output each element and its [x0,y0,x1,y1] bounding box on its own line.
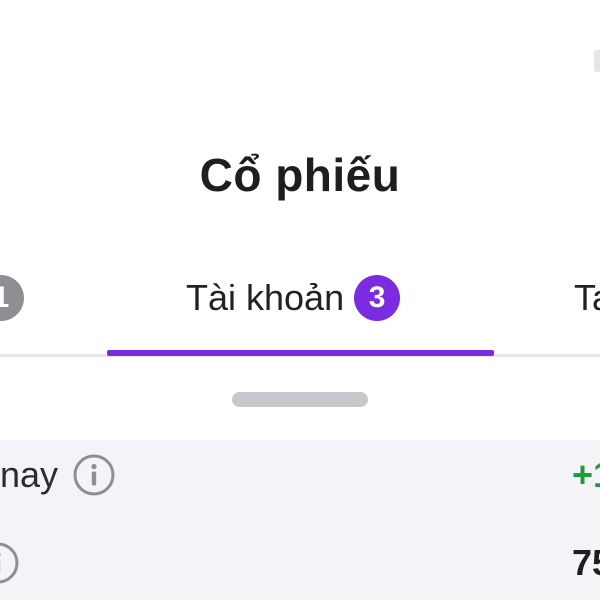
tab-accounts[interactable]: Tài khoản 3 [186,270,401,326]
sheet-drag-handle[interactable] [232,392,368,407]
tab-count-badge: 1 [0,275,24,321]
tab-label: Tài khoản [186,277,345,318]
stock-screen: Cổ phiếu 1 Tài khoản 3 Ta nay +1 [0,0,600,600]
info-circle-icon[interactable] [72,453,116,497]
row-value: +1 [572,454,600,495]
active-tab-indicator [107,350,494,356]
tab-partial-right[interactable]: Ta [574,270,600,326]
info-circle-icon[interactable] [0,541,20,585]
page-title: Cổ phiếu [199,149,401,201]
row-value: 75 [572,542,600,583]
list-item: 75 [0,528,600,598]
tab-partial-left[interactable]: 1 [0,270,24,326]
row-label: nay [0,454,59,495]
tab-label: Ta [574,277,600,318]
tab-count-badge: 3 [354,275,401,321]
summary-list: nay +1 75 [0,440,600,600]
list-item: nay +1 [0,440,600,510]
edge-control-icon[interactable] [594,50,600,72]
